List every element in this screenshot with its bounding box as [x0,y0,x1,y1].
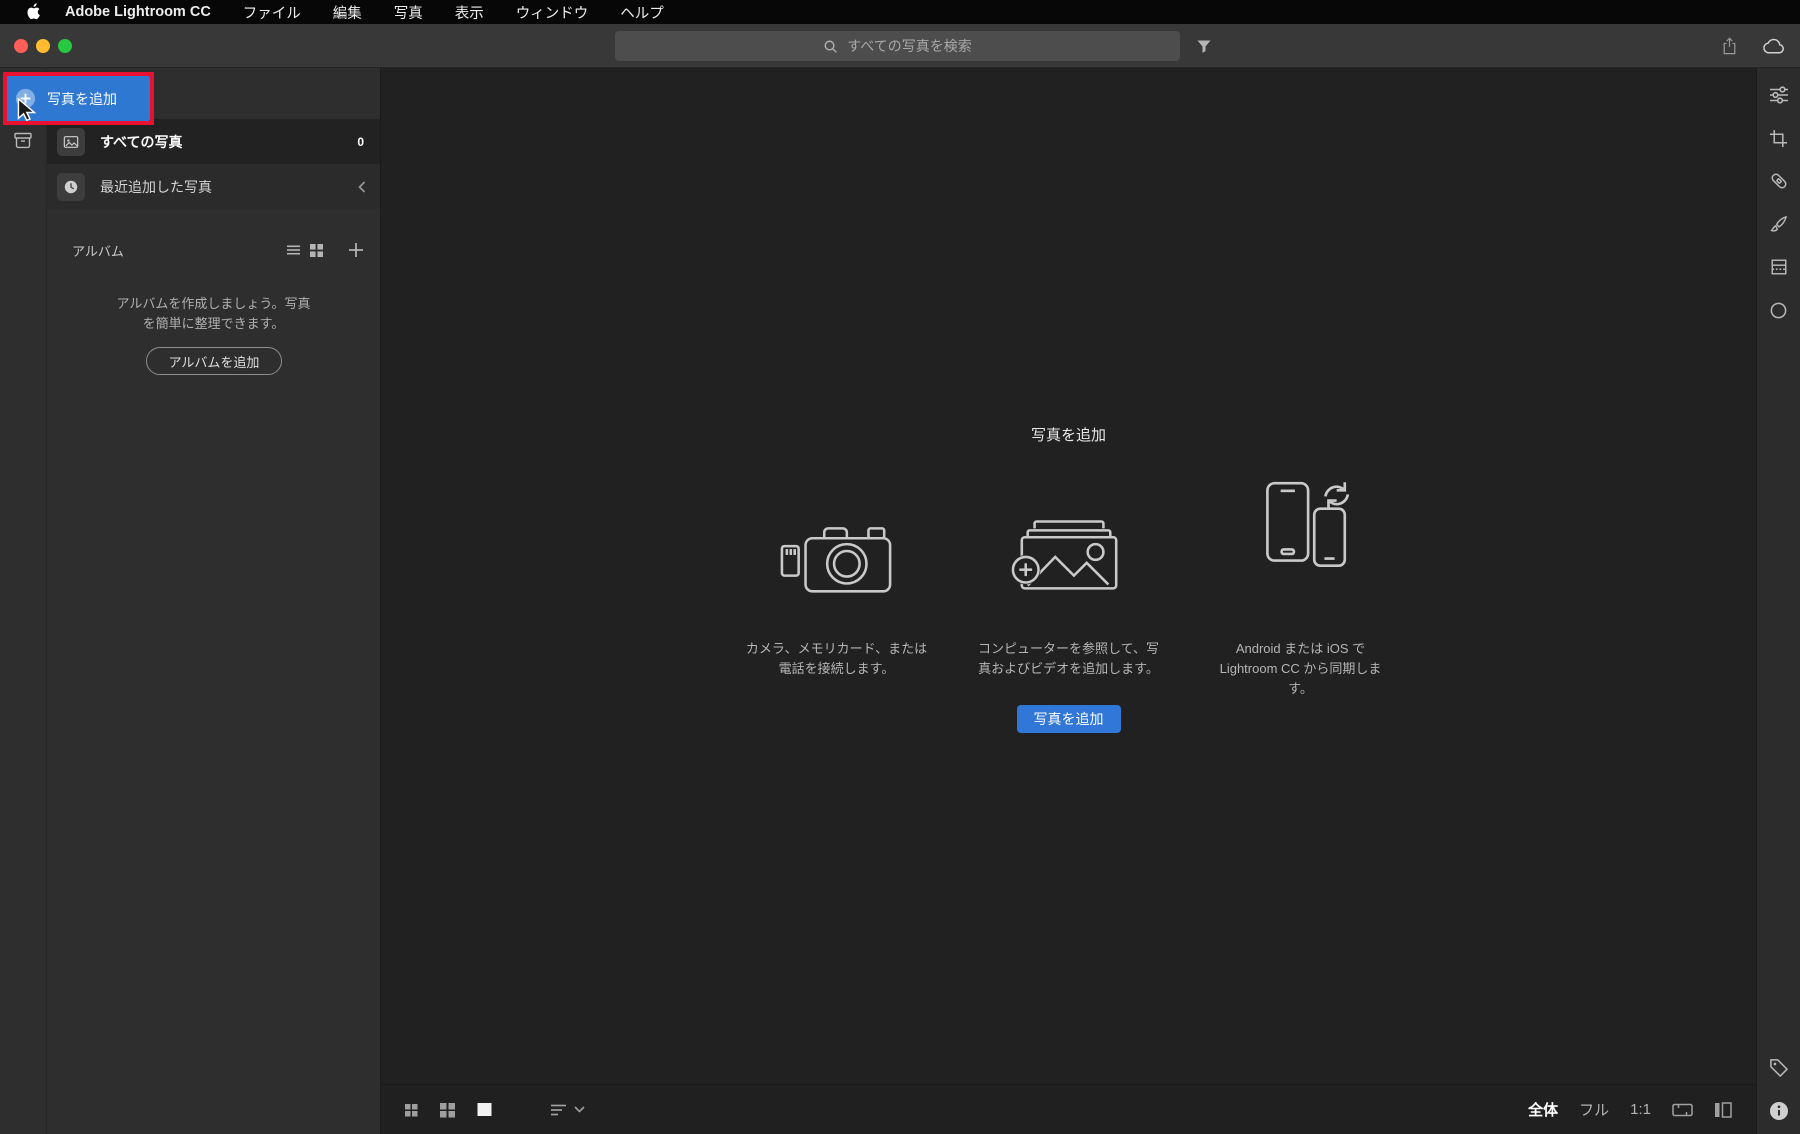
sort-control[interactable] [551,1103,585,1117]
import-option-browse-caption: コンピューターを参照して、写 真およびビデオを追加します。 [978,641,1159,676]
recently-added-icon [57,172,85,201]
empty-state-title: 写真を追加 [1030,427,1106,444]
search-input[interactable]: すべての写真を検索 [615,31,1180,61]
chevron-down-icon [574,1106,585,1113]
right-toolbar [1756,68,1800,1134]
albums-empty-text: アルバムを作成しましょう。写真 を簡単に整理できます。 [116,296,311,331]
sidebar-item-all-photos[interactable]: すべての写真 0 [47,119,380,164]
search-icon [823,39,838,54]
window-controls [14,39,72,53]
zoom-fit-label[interactable]: 全体 [1528,1099,1558,1120]
sort-icon [551,1103,567,1117]
import-option-mobile-caption: Android または iOS で Lightroom CC から同期しま す。 [1219,641,1382,696]
crop-icon[interactable] [1768,127,1790,149]
menu-item-photo[interactable]: 写真 [394,2,423,23]
recently-added-label: 最近追加した写真 [100,178,212,195]
bottom-bar: 全体 フル 1:1 [381,1084,1756,1134]
mobile-sync-icon [1245,477,1357,577]
sidebar-item-recently-added[interactable]: 最近追加した写真 [47,164,380,209]
fullscreen-button[interactable] [58,39,72,53]
add-photos-label: 写真を追加 [47,90,117,107]
add-album-button[interactable]: アルバムを追加 [146,347,282,375]
detail-view-icon[interactable] [477,1102,492,1117]
album-list-view-icon[interactable] [287,244,300,256]
browse-photos-icon [1010,503,1128,601]
import-option-browse: コンピューターを参照して、写 真およびビデオを追加します。 [953,473,1185,699]
close-button[interactable] [14,39,28,53]
apple-menu-icon[interactable] [26,3,41,21]
info-icon[interactable] [1768,1100,1790,1122]
rail-divider [46,68,47,1134]
title-bar: すべての写真を検索 [0,24,1800,68]
camera-sdcard-icon [778,503,896,601]
sidebar: 写真を追加 すべての写真 0 最近追加した写真 アルバム アルバムを作成しましょ… [0,68,381,1134]
empty-state: 写真を追加 カメラ、メモリカード、または 電話を接続します。 コンピューターを参… [381,424,1756,699]
split-view-icon[interactable] [1714,1101,1732,1118]
lightroom-window: Adobe Lightroom CC ファイル 編集 写真 表示 ウィンドウ ヘ… [0,0,1800,1134]
main-content: 写真を追加 カメラ、メモリカード、または 電話を接続します。 コンピューターを参… [381,68,1756,1134]
edit-tools [1757,84,1800,321]
menu-app-name[interactable]: Adobe Lightroom CC [65,4,211,20]
album-grid-view-icon[interactable] [310,243,323,257]
meta-tools [1757,1056,1800,1122]
add-album-plus-icon[interactable] [349,243,363,257]
share-icon[interactable] [1721,36,1738,56]
grid-small-icon[interactable] [405,1103,419,1117]
healing-brush-icon[interactable] [1768,170,1790,192]
menu-item-edit[interactable]: 編集 [333,2,362,23]
all-photos-count: 0 [357,134,364,149]
menu-item-file[interactable]: ファイル [243,2,301,23]
filmstrip-icon[interactable] [1672,1102,1693,1118]
tag-icon[interactable] [1768,1056,1790,1078]
import-option-mobile: Android または iOS で Lightroom CC から同期しま す。 [1185,473,1417,699]
chevron-left-icon[interactable] [358,180,366,193]
titlebar-right-actions [1721,36,1786,56]
menu-item-view[interactable]: 表示 [455,2,484,23]
import-options: カメラ、メモリカード、または 電話を接続します。 コンピューターを参照して、写 … [381,473,1756,699]
zoom-1-1-label[interactable]: 1:1 [1630,1101,1651,1118]
import-option-camera-caption: カメラ、メモリカード、または 電話を接続します。 [745,641,928,676]
minimize-button[interactable] [36,39,50,53]
albums-header-label: アルバム [72,243,124,259]
macos-menu-bar: Adobe Lightroom CC ファイル 編集 写真 表示 ウィンドウ ヘ… [0,0,1800,24]
add-photos-primary-button[interactable]: 写真を追加 [1016,705,1121,733]
menu-item-window[interactable]: ウィンドウ [516,2,589,23]
grid-large-icon[interactable] [440,1102,456,1118]
albums-header: アルバム [72,240,363,260]
zoom-full-label[interactable]: フル [1579,1099,1609,1120]
all-photos-icon [57,127,85,156]
zoom-controls: 全体 フル 1:1 [1528,1099,1732,1120]
gradient-tool-icon[interactable] [1768,256,1790,278]
search-placeholder: すべての写真を検索 [847,38,972,54]
edit-sliders-icon[interactable] [1768,84,1790,106]
my-photos-icon[interactable] [14,132,32,149]
menu-item-help[interactable]: ヘルプ [620,2,664,23]
brush-icon[interactable] [1768,213,1790,235]
radial-tool-icon[interactable] [1768,299,1790,321]
mouse-cursor [17,98,37,121]
import-option-camera: カメラ、メモリカード、または 電話を接続します。 [721,473,953,699]
all-photos-label: すべての写真 [100,133,183,150]
cloud-sync-icon[interactable] [1762,38,1786,55]
filter-icon[interactable] [1196,38,1212,54]
